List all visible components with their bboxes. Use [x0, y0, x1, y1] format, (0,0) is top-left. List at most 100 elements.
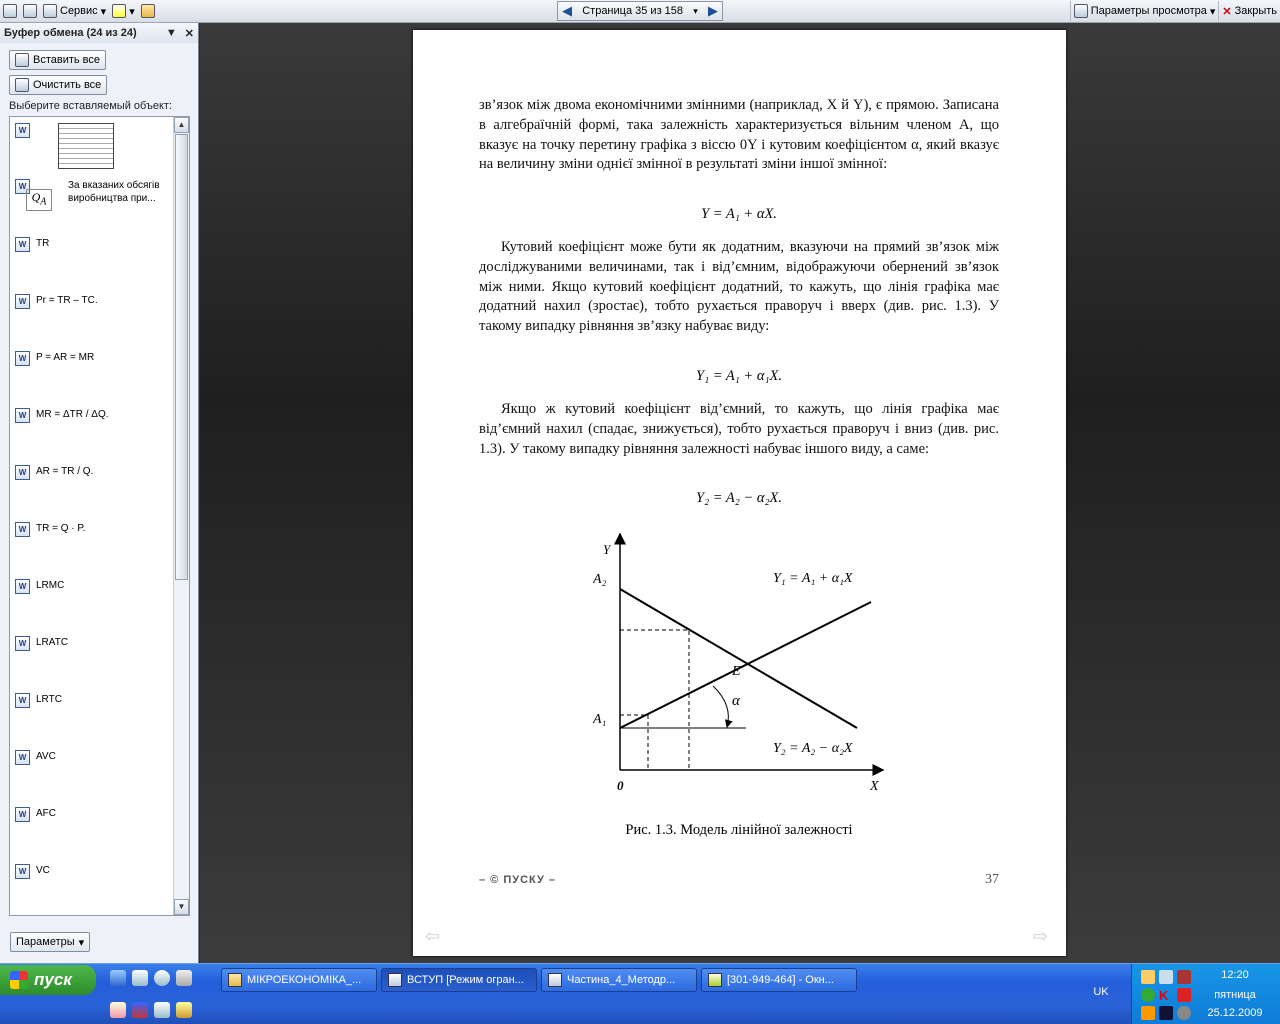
word-icon: W	[15, 465, 30, 480]
prev-page-button[interactable]: ◀	[562, 3, 572, 19]
word-icon: W	[15, 693, 30, 708]
quicklaunch-icon[interactable]	[132, 970, 148, 986]
task-button[interactable]: МІКРОЕКОНОМІКА_...	[221, 968, 377, 992]
tray-icon[interactable]	[1141, 970, 1155, 984]
chevron-down-icon: ▾	[693, 5, 698, 16]
list-item[interactable]: W QA За вказаних обсягів виробництва при…	[10, 179, 173, 211]
highlight-button[interactable]: ▾	[109, 1, 138, 21]
task-button[interactable]: Частина_4_Методр...	[541, 968, 697, 992]
kaspersky-icon[interactable]: K	[1159, 988, 1173, 1003]
qa-thumbnail: QA	[26, 189, 52, 211]
task-button[interactable]: ВСТУП [Режим огран...	[381, 968, 537, 992]
tray-icon[interactable]	[1141, 988, 1155, 1002]
options-button[interactable]: Параметры ▾	[10, 932, 91, 952]
tray-icon[interactable]	[1177, 988, 1191, 1002]
list-item[interactable]: W LRTC	[10, 693, 173, 708]
formula: Y₁ = A₁ + α₁X.	[696, 368, 782, 384]
word-icon: W	[15, 522, 30, 537]
tray-icon[interactable]	[1177, 1006, 1191, 1020]
figure-caption: Рис. 1.3. Модель лінійної залежності	[625, 822, 853, 838]
highlight-icon	[112, 4, 127, 18]
list-item[interactable]: W AVC	[10, 750, 173, 765]
origin-label: 0	[617, 778, 624, 793]
language-indicator[interactable]: UK	[1090, 986, 1112, 1002]
quicklaunch-icon[interactable]	[176, 1002, 192, 1018]
quicklaunch-icon[interactable]	[110, 1002, 126, 1018]
system-tray: K 12:20 пятница 25.12.2009	[1131, 964, 1280, 1024]
line2-label: Y₂ = A₂ − α₂X	[773, 741, 853, 756]
start-button[interactable]: пуск	[0, 965, 96, 995]
tray-icon[interactable]	[1159, 970, 1173, 984]
word-icon: W	[15, 408, 30, 423]
word-icon: W	[15, 123, 30, 138]
scroll-up-icon[interactable]: ▲	[174, 117, 189, 133]
word-icon: W	[15, 750, 30, 765]
view-options-button[interactable]: Параметры просмотра ▾	[1069, 1, 1219, 21]
list-item[interactable]: W VC	[10, 864, 173, 879]
list-item[interactable]: W AR = TR / Q.	[10, 465, 173, 480]
folder-icon[interactable]	[138, 1, 158, 21]
list-item[interactable]: W LRATC	[10, 636, 173, 651]
word-icon: W	[15, 636, 30, 651]
formula: Y = A₁ + αX.	[701, 206, 777, 222]
list-item[interactable]: W LRMC	[10, 579, 173, 594]
list-item[interactable]: WP = AR = MR	[10, 351, 173, 366]
list-item[interactable]: W AFC	[10, 807, 173, 822]
task-button[interactable]: [301-949-464] - Окн...	[701, 968, 857, 992]
formula: Y₂ = A₂ − α₂X.	[696, 490, 782, 506]
chevron-down-icon: ▾	[78, 936, 85, 949]
ie-icon[interactable]	[110, 970, 126, 986]
view-icon	[1073, 4, 1088, 18]
media-player-icon[interactable]	[154, 970, 170, 986]
taskbar: пуск МІКРОЕКОНОМІКА_... ВСТУП [Режим огр…	[0, 963, 1280, 1024]
list-item[interactable]: W TR = Q · P.	[10, 522, 173, 537]
tray-icon[interactable]	[1159, 1006, 1173, 1020]
list-item[interactable]: W TR	[10, 237, 173, 252]
print-icon[interactable]	[20, 1, 40, 21]
clock-date: 25.12.2009	[1207, 1007, 1263, 1019]
paragraph: зв’язок між двома економічними змінними …	[479, 97, 999, 173]
quicklaunch-icon[interactable]	[176, 970, 192, 986]
quicklaunch-icon[interactable]	[132, 1002, 148, 1018]
paste-all-button[interactable]: Вставить все	[9, 50, 107, 70]
word-icon	[388, 973, 402, 987]
word-icon: W	[15, 351, 30, 366]
close-icon[interactable]: ✕	[185, 27, 194, 40]
quicklaunch-icon[interactable]	[154, 1002, 170, 1018]
next-page-arrow-icon[interactable]: ⇨	[1033, 926, 1048, 947]
save-icon[interactable]	[0, 1, 20, 21]
close-icon: ✕	[1222, 5, 1232, 18]
clear-all-button[interactable]: Очистить все	[9, 75, 108, 95]
service-menu[interactable]: Сервис ▾	[40, 1, 109, 21]
thumbnail-image	[58, 123, 114, 169]
clipboard-header: Буфер обмена (24 из 24) ▼ ✕	[0, 23, 198, 43]
clipboard-scrollbar[interactable]: ▲ ▼	[173, 117, 189, 915]
tray-icon[interactable]	[1177, 970, 1191, 984]
word-icon	[548, 973, 562, 987]
list-item[interactable]: W MR = ΔTR / ΔQ.	[10, 408, 173, 423]
pane-menu-icon[interactable]: ▼	[166, 27, 177, 40]
line-y1	[619, 601, 872, 729]
tray-icon[interactable]	[1141, 1006, 1155, 1020]
select-label: Выберите вставляемый объект:	[9, 100, 172, 112]
y-axis-label: Y	[603, 542, 612, 557]
prev-page-arrow-icon[interactable]: ⇦	[425, 926, 440, 947]
paragraph: Кутовий коефіцієнт може бути як додатним…	[479, 239, 999, 335]
scroll-down-icon[interactable]: ▼	[174, 899, 189, 915]
chat-icon	[708, 973, 722, 987]
word-icon: W	[15, 807, 30, 822]
dashed-guide	[620, 629, 690, 770]
x-axis-label: X	[869, 779, 879, 794]
a2-label: A₂	[593, 572, 607, 587]
word-icon: W	[15, 294, 30, 309]
scroll-thumb[interactable]	[175, 134, 188, 580]
clock-time[interactable]: 12:20	[1190, 969, 1280, 981]
alpha-label: α	[732, 693, 741, 709]
word-icon: W	[15, 237, 30, 252]
list-item[interactable]: W	[10, 123, 173, 169]
page-navigator: ◀ Страница 35 из 158 ▾ ▶	[557, 1, 723, 21]
page-indicator[interactable]: Страница 35 из 158	[582, 5, 683, 17]
next-page-button[interactable]: ▶	[708, 3, 718, 19]
close-reading-button[interactable]: ✕ Закрыть	[1218, 1, 1280, 21]
list-item[interactable]: W Pr = TR – TC.	[10, 294, 173, 309]
